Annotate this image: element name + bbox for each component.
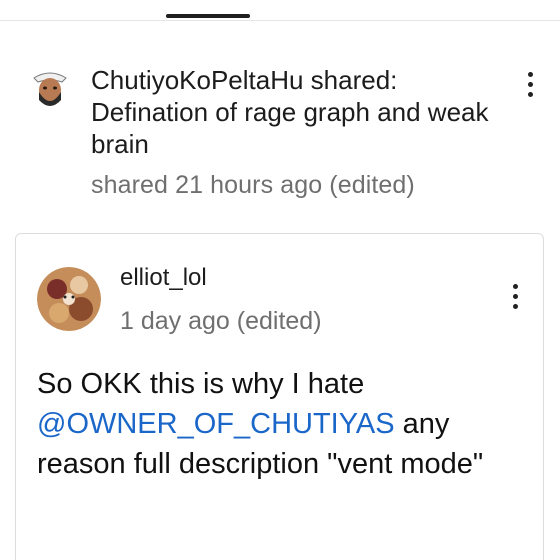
active-tab-indicator — [166, 14, 250, 18]
share-post-title-text[interactable]: Defination of rage graph and weak brain — [91, 97, 489, 159]
comment-avatar-icon[interactable] — [37, 267, 101, 331]
share-avatar-icon[interactable] — [30, 68, 70, 112]
comment-text-before: So OKK this is why I hate — [37, 368, 365, 400]
shared-post-title[interactable]: ChutiyoKoPeltaHu shared: Defination of r… — [91, 64, 501, 160]
share-author-label[interactable]: ChutiyoKoPeltaHu shared: — [91, 65, 397, 95]
comment-card: elliot_lol 1 day ago (edited) So OKK thi… — [15, 233, 544, 560]
comment-menu-kebab-icon[interactable] — [513, 284, 519, 314]
share-timestamp: shared 21 hours ago (edited) — [91, 171, 415, 199]
tab-strip — [0, 0, 560, 21]
comment-body: So OKK this is why I hate @OWNER_OF_CHUT… — [37, 364, 527, 484]
shared-post-header: ChutiyoKoPeltaHu shared: Defination of r… — [0, 60, 560, 210]
comment-username[interactable]: elliot_lol — [120, 264, 207, 292]
community-post-view: ChutiyoKoPeltaHu shared: Defination of r… — [0, 0, 560, 560]
comment-timestamp: 1 day ago (edited) — [120, 307, 322, 335]
share-menu-kebab-icon[interactable] — [528, 72, 534, 102]
comment-mention-link[interactable]: @OWNER_OF_CHUTIYAS — [37, 408, 395, 440]
